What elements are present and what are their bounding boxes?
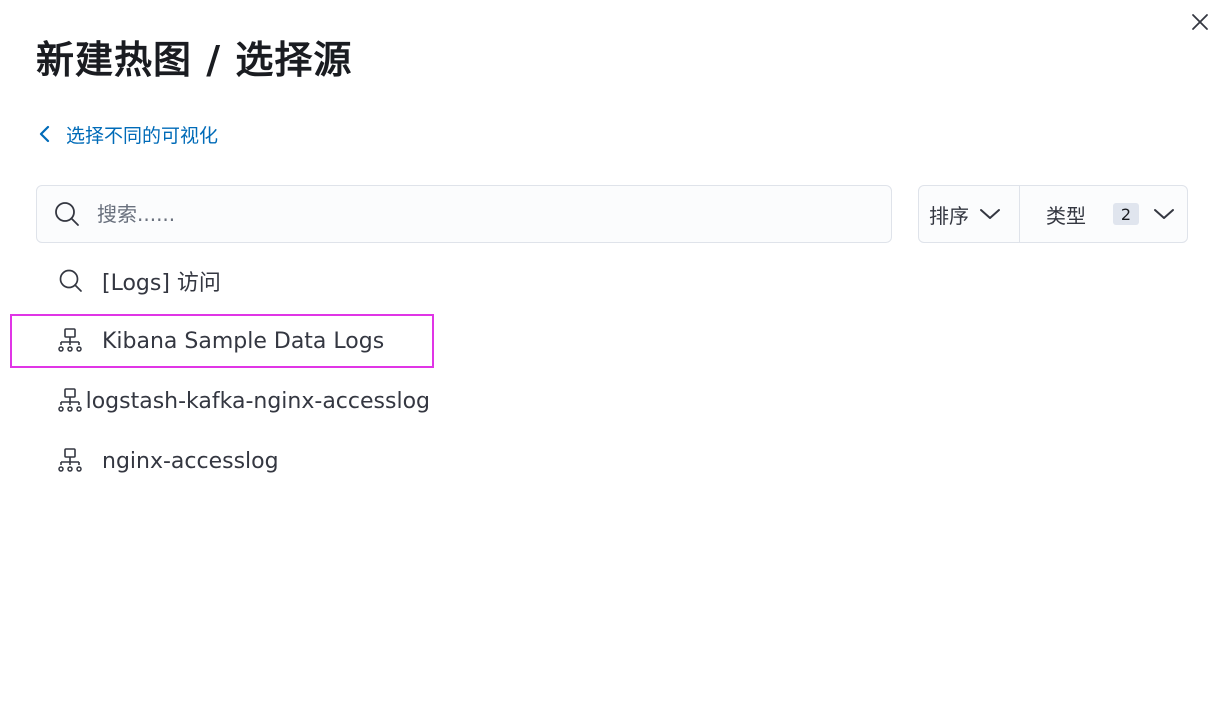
type-filter-button[interactable]: 类型 2: [1020, 186, 1187, 242]
filter-group: 排序 类型 2: [918, 185, 1188, 243]
type-label: 类型: [1046, 203, 1086, 228]
back-to-visualization-link[interactable]: 选择不同的可视化: [38, 118, 218, 150]
saved-search-icon: [58, 268, 102, 294]
list-item-index-pattern[interactable]: Kibana Sample Data Logs: [10, 314, 434, 368]
index-pattern-icon: [58, 388, 86, 414]
list-item-saved-search[interactable]: [Logs] 访问: [12, 256, 430, 306]
list-item-label: nginx-accesslog: [102, 448, 279, 474]
close-icon: [1191, 13, 1209, 35]
sort-button[interactable]: 排序: [919, 186, 1020, 242]
list-item-label: [Logs] 访问: [102, 271, 221, 296]
list-item-index-pattern[interactable]: nginx-accesslog: [12, 436, 430, 486]
chevron-left-icon: [38, 124, 52, 144]
sort-label: 排序: [929, 203, 969, 228]
chevron-down-icon: [979, 207, 1001, 221]
list-item-label: Kibana Sample Data Logs: [102, 328, 385, 354]
chevron-down-icon: [1153, 207, 1175, 221]
search-input[interactable]: [97, 202, 891, 226]
search-icon: [37, 200, 97, 228]
type-count-badge: 2: [1113, 203, 1139, 225]
index-pattern-icon: [58, 448, 102, 474]
close-button[interactable]: [1186, 10, 1214, 38]
search-field[interactable]: [36, 185, 892, 243]
list-item-index-pattern[interactable]: logstash-kafka-nginx-accesslog: [12, 376, 430, 426]
dialog-title: 新建热图 / 选择源: [36, 38, 353, 82]
back-link-label: 选择不同的可视化: [66, 124, 219, 147]
index-pattern-icon: [58, 328, 102, 354]
list-item-label: logstash-kafka-nginx-accesslog: [85, 388, 430, 414]
